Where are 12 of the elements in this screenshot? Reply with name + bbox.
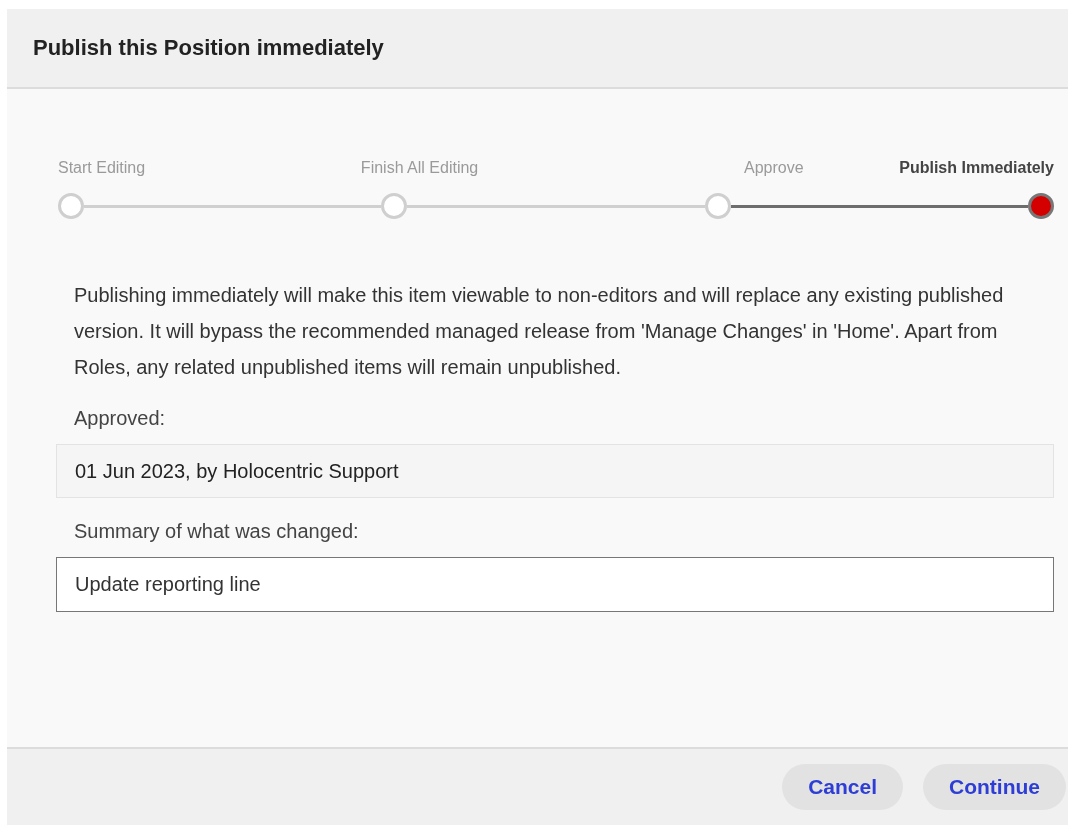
- step-label: Start Editing: [58, 159, 146, 177]
- message-text: Publishing immediately will make this item viewable to non-editors and will replace any existing published version. It will bypass the recommended managed release from 'Manage Changes' in 'Home'. Apart from Roles, any related unpublished items will remain unpublished.: [74, 283, 1005, 380]
- field-label: Approved:: [74, 407, 167, 430]
- field-label: Summary of what was changed:: [74, 520, 360, 543]
- step-label: Finish All Editing: [360, 159, 479, 177]
- approved-field: 01 Jun 2023, by Holocentric Support: [56, 444, 1054, 498]
- step-label: Approve: [743, 159, 804, 177]
- dialog-title: Publish this Position immediately: [33, 35, 384, 61]
- step-label: Publish Immediately: [899, 159, 1054, 177]
- cancel-button[interactable]: Cancel: [782, 764, 903, 810]
- continue-button[interactable]: Continue: [923, 764, 1066, 810]
- summary-input-field[interactable]: Update reporting line: [56, 557, 1054, 612]
